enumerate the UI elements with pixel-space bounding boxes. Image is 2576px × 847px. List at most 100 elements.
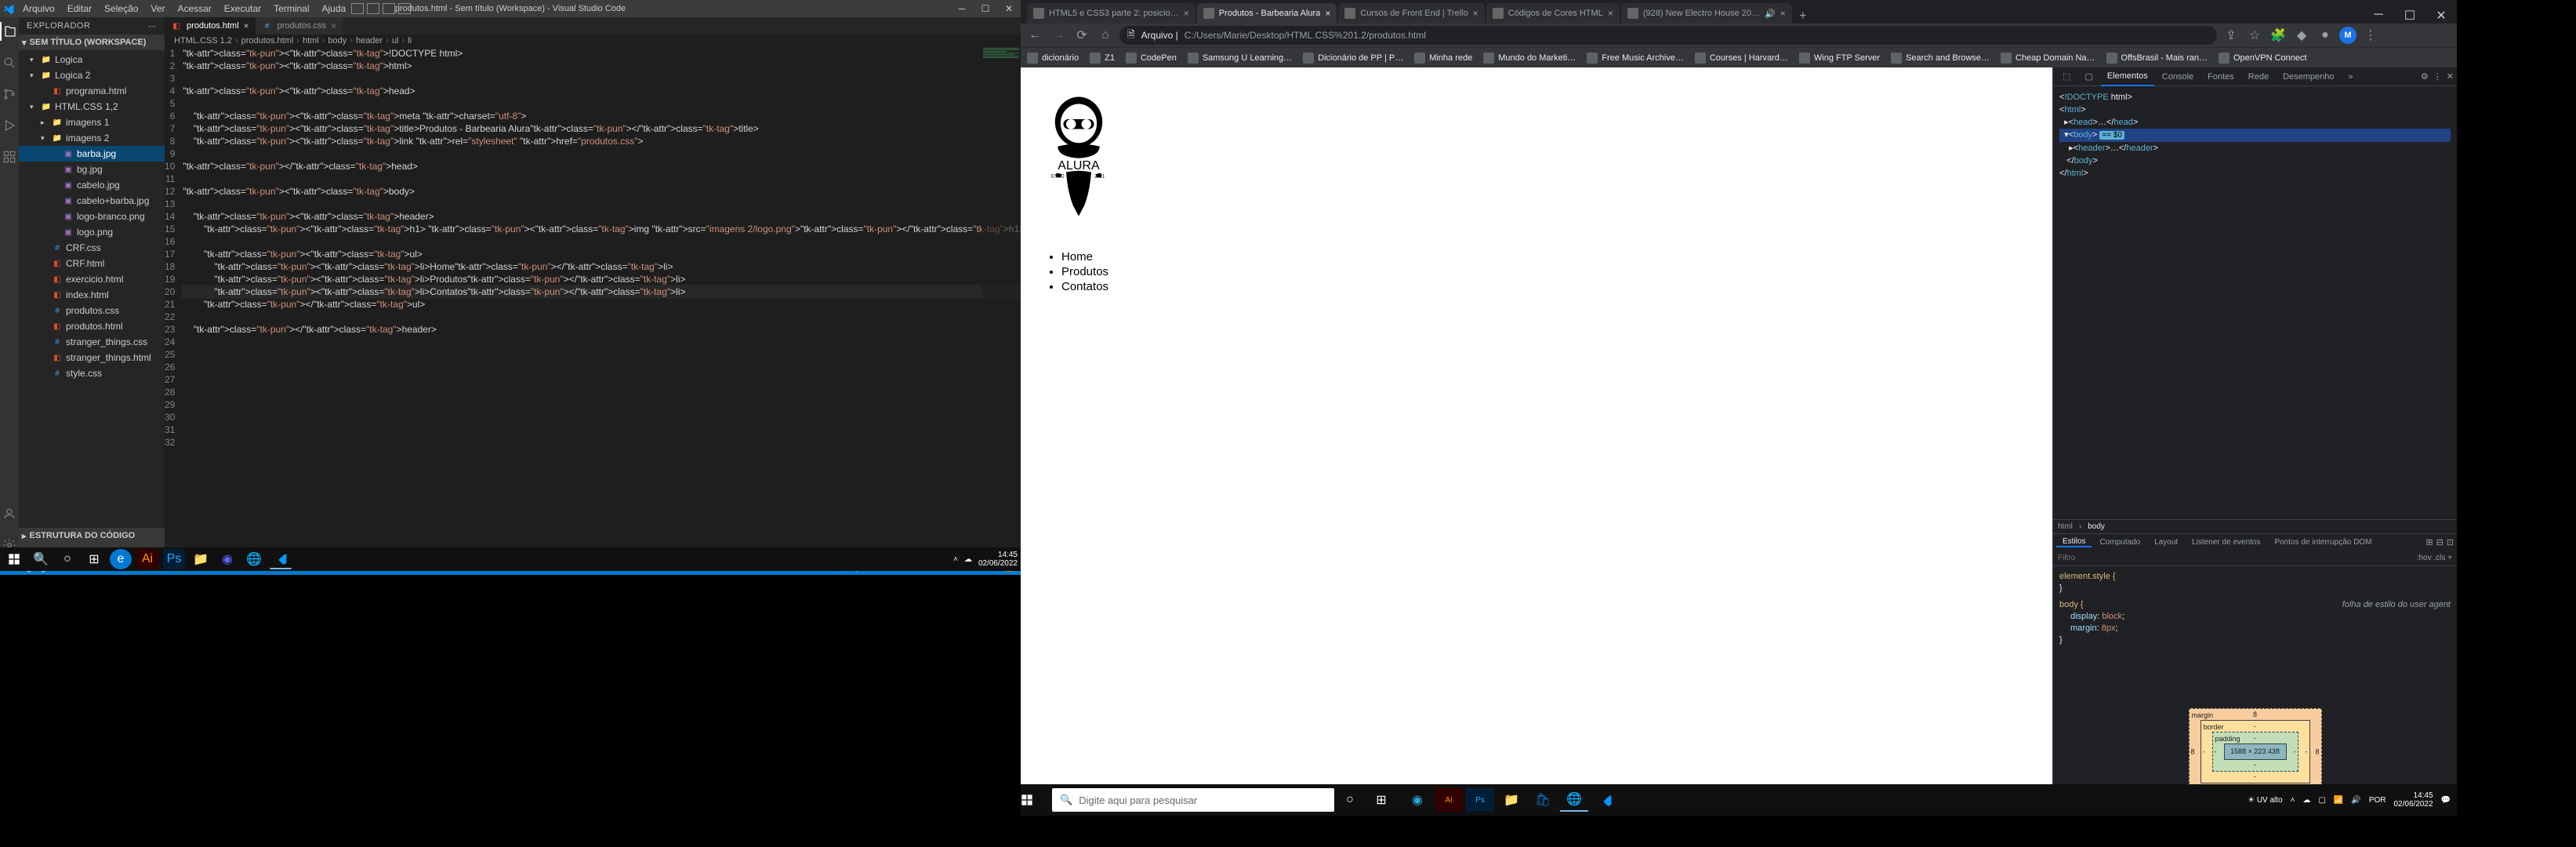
weather-widget[interactable]: ☀ UV alto <box>2248 796 2283 805</box>
editor-tab[interactable]: ◧produtos.html× <box>165 17 256 35</box>
devtools-tab-desempenho[interactable]: Desempenho <box>2277 67 2340 86</box>
styles-tab[interactable]: Estilos <box>2056 537 2092 547</box>
browser-tab[interactable]: Códigos de Cores HTML× <box>1486 3 1620 24</box>
devtools-close-icon[interactable]: ✕ <box>2447 71 2454 82</box>
devtools-tab-fontes[interactable]: Fontes <box>2201 67 2240 86</box>
breadcrumb-item[interactable]: li <box>408 36 412 45</box>
tree-item[interactable]: ◧index.html <box>19 287 165 303</box>
tree-item[interactable]: ▾📁Logica 2 <box>19 67 165 83</box>
tree-item[interactable]: ▾📁Logica <box>19 52 165 67</box>
file-explorer-icon[interactable]: 📁 <box>190 549 212 569</box>
ai-pin-icon[interactable]: Ai <box>1435 788 1463 812</box>
tree-item[interactable]: ▣cabelo.jpg <box>19 177 165 193</box>
close-tab-icon[interactable]: × <box>1184 8 1189 19</box>
menu-acessar[interactable]: Acessar <box>172 3 216 14</box>
devtools-breadcrumb[interactable]: html›body <box>2053 519 2457 533</box>
profile-avatar[interactable]: M <box>2339 27 2356 44</box>
devtools-tab-console[interactable]: Console <box>2156 67 2200 86</box>
device-icon[interactable]: ▢ <box>2078 67 2099 86</box>
minimize-button[interactable]: ─ <box>950 3 974 14</box>
menu-executar[interactable]: Executar <box>219 3 267 14</box>
inspect-icon[interactable]: ⬚ <box>2056 67 2077 86</box>
bookmark-item[interactable]: Free Music Archive… <box>1587 53 1684 64</box>
devtools-tab-rede[interactable]: Rede <box>2242 67 2275 86</box>
close-icon[interactable]: ✕ <box>2425 8 2457 24</box>
browser-tab[interactable]: HTML5 e CSS3 parte 2: posicio…× <box>1027 3 1195 24</box>
tree-item[interactable]: #style.css <box>19 365 165 381</box>
search-taskbar-icon[interactable]: 🔍 <box>30 549 52 569</box>
bookmark-item[interactable]: CodePen <box>1126 53 1177 64</box>
browser-tab[interactable]: Produtos - Barbearia Alura× <box>1197 3 1337 24</box>
maximize-button[interactable]: ☐ <box>974 3 997 14</box>
browser-tab[interactable]: Cursos de Front End | Trello× <box>1338 3 1484 24</box>
tree-item[interactable]: ▣logo.png <box>19 224 165 240</box>
volume-icon[interactable]: 🔊 <box>2351 796 2360 805</box>
star-icon[interactable]: ☆ <box>2245 26 2264 45</box>
browser-tab[interactable]: (928) New Electro House 20…🔊× <box>1621 3 1792 24</box>
edge-pin-icon[interactable]: ◉ <box>1403 788 1431 812</box>
menu-arquivo[interactable]: Arquivo <box>17 3 60 14</box>
vscode-pin-icon[interactable] <box>1591 788 1620 812</box>
audio-icon[interactable]: 🔊 <box>1765 9 1776 19</box>
menu-ajuda[interactable]: Ajuda <box>317 3 352 14</box>
tree-item[interactable]: ▣bg.jpg <box>19 162 165 177</box>
chrome-pin-icon[interactable]: 🌐 <box>1560 788 1588 812</box>
tree-item[interactable]: #stranger_things.css <box>19 334 165 350</box>
styles-tab[interactable]: Pontos de interrupção DOM <box>2268 538 2378 547</box>
close-tab-icon[interactable]: × <box>244 20 249 31</box>
breadcrumb-item[interactable]: HTML.CSS 1,2 <box>174 36 232 45</box>
bookmark-item[interactable]: Z1 <box>1090 53 1115 64</box>
clock-right[interactable]: 14:4502/06/2022 <box>2393 791 2433 809</box>
workspace-section[interactable]: ▾SEM TÍTULO (WORKSPACE) <box>19 35 165 50</box>
bookmark-item[interactable]: Mundo do Marketi… <box>1483 53 1576 64</box>
minimap[interactable] <box>981 47 1021 559</box>
chevron-up-icon[interactable]: ˄ <box>2291 796 2295 805</box>
onedrive-icon[interactable]: ☁ <box>964 555 972 564</box>
extensions-puzzle-icon[interactable]: 🧩 <box>2269 26 2288 45</box>
bookmark-item[interactable]: Search and Browse… <box>1891 53 1990 64</box>
bookmark-item[interactable]: Minha rede <box>1414 53 1472 64</box>
ps-pin-icon[interactable]: Ps <box>1466 788 1494 812</box>
discord-icon[interactable]: ◉ <box>216 549 238 569</box>
editor-tab[interactable]: #produtos.css× <box>256 17 343 35</box>
tree-item[interactable]: ▣cabelo+barba.jpg <box>19 193 165 209</box>
tree-item[interactable]: ▾📁imagens 2 <box>19 130 165 146</box>
menu-editar[interactable]: Editar <box>62 3 97 14</box>
omnibox[interactable]: 🗎 Arquivo | C:/Users/Marie/Desktop/HTML.… <box>1119 26 2217 45</box>
taskview-right-icon[interactable]: ⊞ <box>1366 792 1397 808</box>
language-indicator[interactable]: POR <box>2369 796 2386 805</box>
more-tabs[interactable]: » <box>2342 67 2360 86</box>
tray-chevron-icon[interactable]: ˄ <box>953 555 958 564</box>
extensions-icon[interactable] <box>0 147 19 166</box>
close-tab-icon[interactable]: × <box>1608 8 1613 19</box>
box-model[interactable]: margin 8888 border ---- padding ---- 158… <box>2189 708 2322 795</box>
start-button[interactable] <box>3 549 25 569</box>
source-control-icon[interactable] <box>0 85 19 104</box>
cortana-icon[interactable]: ○ <box>56 549 78 569</box>
tree-item[interactable]: ◧programa.html <box>19 83 165 99</box>
menu-terminal[interactable]: Terminal <box>268 3 314 14</box>
close-tab-icon[interactable]: × <box>331 20 336 31</box>
styles-rules[interactable]: element.style { } folha de estilo do use… <box>2053 566 2457 803</box>
reload-button[interactable]: ⟳ <box>1072 26 1091 45</box>
tree-item[interactable]: ▣barba.jpg <box>19 146 165 162</box>
cortana-right-icon[interactable]: ○ <box>1334 793 1366 807</box>
action-center-icon[interactable]: 💬 <box>2441 796 2451 805</box>
tree-item[interactable]: ▾📁HTML.CSS 1,2 <box>19 99 165 115</box>
bookmark-item[interactable]: OffsBrasil - Mais ran… <box>2106 53 2208 64</box>
menu-ver[interactable]: Ver <box>145 3 170 14</box>
bookmark-item[interactable]: Wing FTP Server <box>1799 53 1880 64</box>
minimize-icon[interactable]: ─ <box>2363 8 2394 24</box>
share-icon[interactable]: ⇪ <box>2222 26 2240 45</box>
tree-item[interactable]: ◧CRF.html <box>19 256 165 271</box>
bookmark-item[interactable]: dicionário <box>1027 53 1079 64</box>
outline-section[interactable]: ▸ESTRUTURA DO CÓDIGO <box>19 528 165 543</box>
clock-left[interactable]: 14:4502/06/2022 <box>978 551 1018 568</box>
tree-item[interactable]: #produtos.css <box>19 303 165 318</box>
breadcrumb-item[interactable]: body <box>328 36 346 45</box>
tree-item[interactable]: ◧stranger_things.html <box>19 350 165 365</box>
styles-filter-input[interactable] <box>2058 554 2161 562</box>
chrome-menu-icon[interactable]: ⋮ <box>2361 26 2380 45</box>
bookmark-item[interactable]: Dicionário de PP | P… <box>1303 53 1403 64</box>
pinned-ext-icon[interactable]: ◆ <box>2292 26 2311 45</box>
